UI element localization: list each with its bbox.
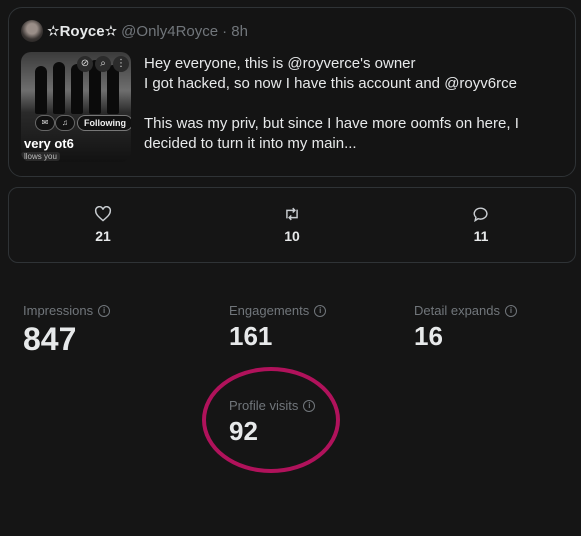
message-icon: ✉: [35, 115, 55, 131]
info-icon[interactable]: i: [98, 304, 111, 317]
info-icon[interactable]: i: [314, 304, 327, 317]
follows-you-badge: llows you: [21, 152, 60, 161]
tweet-header: ✫Royce✫ @Only4Royce · 8h: [21, 20, 248, 42]
search-icon: ⌕: [95, 56, 111, 72]
retweet-count: 10: [284, 228, 300, 244]
impressions-value: 847: [23, 321, 77, 357]
following-button: Following: [77, 115, 131, 131]
silhouette-figure: [71, 64, 83, 114]
like-count: 21: [95, 228, 111, 244]
silhouette-figure: [53, 62, 65, 114]
silhouette-figure: [35, 66, 47, 114]
reply-icon: [473, 207, 488, 222]
avatar[interactable]: [21, 20, 43, 42]
tweet-text: Hey everyone, this is @royverce's owner …: [144, 54, 564, 154]
retweet-icon: [286, 207, 298, 221]
tweet-card[interactable]: ✫Royce✫ @Only4Royce · 8h ⊘ ⌕ ⋮ ✉ ♫ Follo…: [8, 7, 576, 177]
tweet-line: decided to turn it into my main...: [144, 135, 357, 152]
detail-expands-value: 16: [414, 321, 443, 351]
detail-expands-label: Detail expands: [414, 303, 500, 318]
reply-stat[interactable]: 11: [461, 206, 501, 244]
retweet-stat[interactable]: 10: [272, 206, 312, 244]
engagements-metric: Engagements i 161: [229, 303, 327, 352]
attached-image[interactable]: ⊘ ⌕ ⋮ ✉ ♫ Following very ot6 llows you: [21, 52, 131, 162]
engagements-value: 161: [229, 321, 273, 351]
tweet-line: I got hacked, so now I have this account…: [144, 75, 517, 92]
camera-icon: ⊘: [77, 56, 93, 72]
attached-profile-name: very ot6: [24, 136, 74, 151]
impressions-label: Impressions: [23, 303, 94, 318]
user-handle[interactable]: @Only4Royce: [121, 23, 218, 40]
display-name[interactable]: ✫Royce✫: [47, 22, 117, 40]
heart-icon: [94, 206, 112, 222]
engagements-label: Engagements: [229, 303, 310, 318]
info-icon[interactable]: i: [505, 304, 517, 317]
like-stat[interactable]: 21: [83, 206, 123, 244]
tweet-line: Hey everyone, this is @royverce's owner: [144, 55, 416, 72]
bell-icon: ♫: [55, 115, 75, 131]
tweet-line: This was my priv, but since I have more …: [144, 115, 519, 132]
detail-expands-metric: Detail expands i 16: [414, 303, 517, 352]
more-icon: ⋮: [113, 56, 129, 72]
action-stats: 21 10 11: [8, 187, 576, 263]
tweet-time[interactable]: · 8h: [222, 23, 248, 40]
impressions-metric: Impressions i 847: [23, 303, 111, 358]
silhouette-figure: [107, 65, 119, 114]
reply-count: 11: [473, 228, 489, 244]
annotation-circle: [202, 367, 340, 473]
